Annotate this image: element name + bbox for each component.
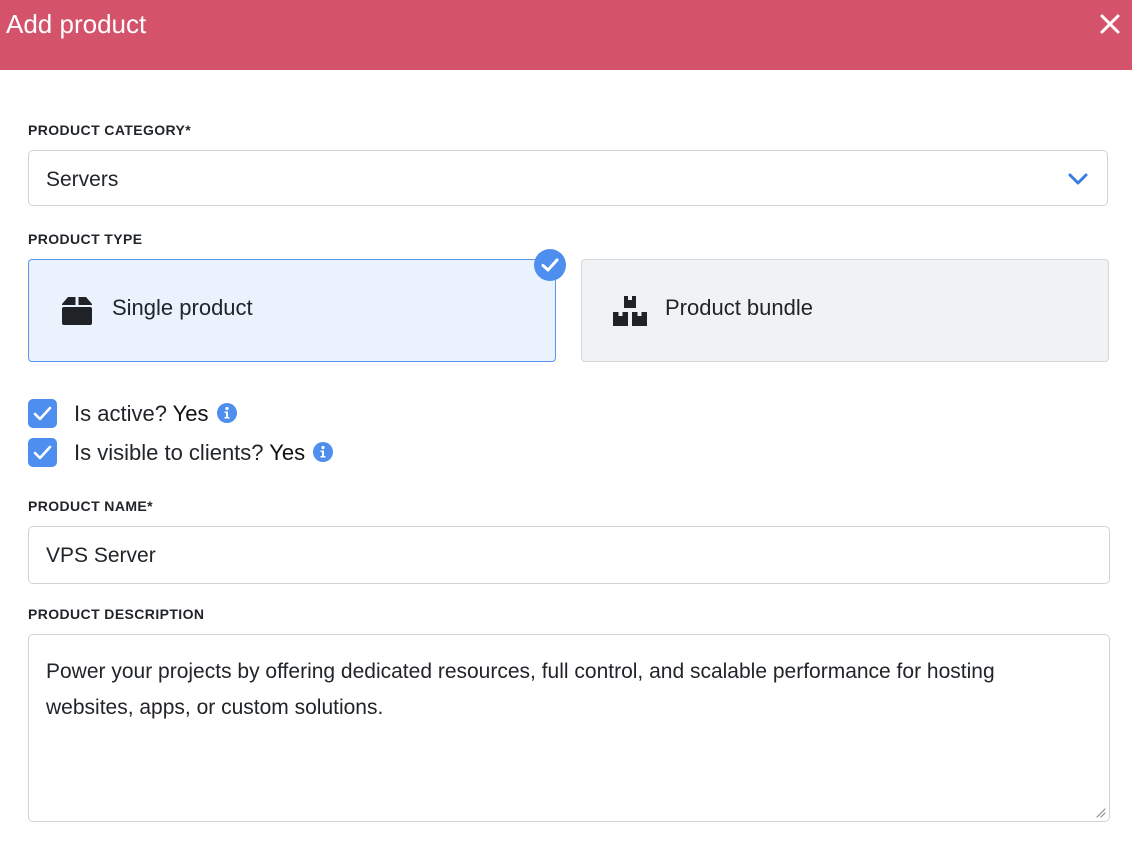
product-description-textarea[interactable]: Power your projects by offering dedicate… [28,634,1110,822]
modal-title: Add product [6,9,147,39]
single-product-label: Single product [112,295,253,320]
info-icon[interactable] [216,403,237,423]
product-category-select[interactable]: Servers [28,150,1108,206]
product-category-label: PRODUCT CATEGORY* [28,122,192,138]
is-visible-checkbox[interactable] [28,438,57,467]
is-active-label: Is active? [74,401,167,426]
product-name-value: VPS Server [46,544,156,567]
product-type-single[interactable]: Single product [28,259,556,362]
product-description-value: Power your projects by offering dedicate… [46,660,995,719]
product-name-label: PRODUCT NAME* [28,498,153,514]
box-icon [62,297,92,325]
product-name-input[interactable]: VPS Server [28,526,1110,584]
is-visible-label: Is visible to clients? [74,440,264,465]
close-button[interactable] [1096,10,1124,38]
checkmark-icon [33,406,52,421]
product-type-bundle[interactable]: Product bundle [581,259,1109,362]
product-bundle-label: Product bundle [665,295,813,320]
boxes-icon [613,296,647,326]
product-description-label: PRODUCT DESCRIPTION [28,606,205,622]
is-active-value: Yes [172,401,209,426]
is-visible-value: Yes [269,440,306,465]
modal-header: Add product [0,0,1132,70]
is-active-checkbox[interactable] [28,399,57,428]
selected-check-badge-icon [534,249,566,281]
resize-handle-icon[interactable] [1094,806,1106,818]
product-type-label: PRODUCT TYPE [28,231,143,247]
is-active-text: Is active? Yes [74,401,237,427]
checkmark-icon [33,445,52,460]
is-visible-text: Is visible to clients? Yes [74,440,334,466]
chevron-down-icon [1068,173,1088,185]
close-icon [1100,14,1120,34]
info-icon[interactable] [313,442,334,462]
product-category-value: Servers [46,168,119,191]
